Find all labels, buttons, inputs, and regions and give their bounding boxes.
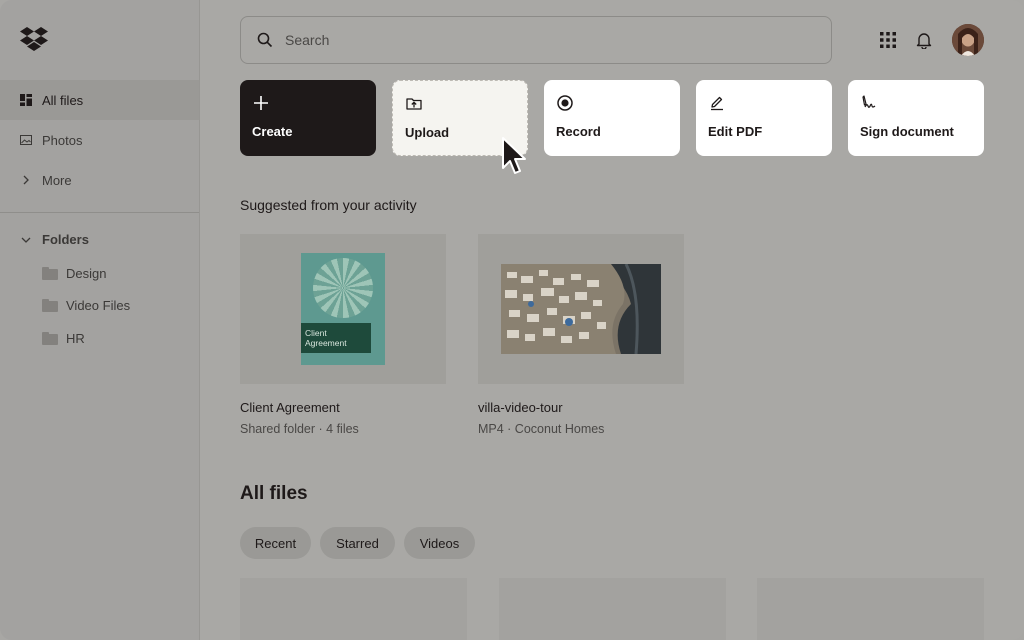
sidebar-item-photos[interactable]: Photos [0,120,199,160]
record-icon [557,95,573,111]
suggested-card-client-agreement[interactable]: Client Agreement [240,234,446,384]
filter-chip-recent[interactable]: Recent [240,527,311,559]
apps-grid-icon[interactable] [878,30,898,50]
record-label: Record [556,124,601,139]
filter-chip-videos[interactable]: Videos [404,527,475,559]
card-title[interactable]: villa-video-tour [478,400,563,415]
document-cover: Client Agreement [301,253,385,365]
file-tile[interactable] [240,578,467,640]
chevron-right-icon [20,174,32,186]
sidebar-item-more[interactable]: More [0,160,199,200]
grid-file-icon [20,94,32,106]
suggested-card-villa-video-tour[interactable] [478,234,684,384]
search-input[interactable]: Search [285,32,329,48]
file-tile[interactable] [757,578,984,640]
folder-label: Video Files [66,298,131,313]
village-photo-icon [501,264,661,354]
app-window: All files Photos More Folders Design Vid… [0,0,1024,640]
file-tile[interactable] [499,578,726,640]
folders-section-toggle[interactable]: Folders [20,232,89,247]
sidebar-item-all-files[interactable]: All files [0,80,199,120]
plus-icon [254,96,268,110]
sidebar-item-label: All files [42,92,84,108]
sidebar: All files Photos More Folders Design Vid… [0,0,200,640]
dropbox-logo-icon[interactable] [20,27,48,51]
all-files-heading: All files [240,483,308,504]
chip-label: Videos [419,535,460,551]
video-thumbnail [501,264,661,354]
chip-label: Recent [254,535,297,551]
sidebar-folder-design[interactable]: Design [42,266,106,281]
create-label: Create [252,124,293,139]
folder-label: Design [66,266,107,281]
sidebar-item-label: More [42,172,72,188]
edit-pdf-button[interactable]: Edit PDF [696,80,832,156]
user-avatar[interactable] [952,24,984,56]
search-bar[interactable]: Search [240,16,832,64]
sidebar-divider [0,212,199,213]
sidebar-item-label: Photos [42,132,83,148]
card-meta: MP4 · Coconut Homes [478,422,605,436]
sign-document-button[interactable]: Sign document [848,80,984,156]
folders-heading: Folders [42,232,89,247]
folder-label: HR [66,331,85,346]
card-meta: Shared folder · 4 files [240,422,359,436]
chevron-down-icon [21,237,31,243]
cover-title: Client Agreement [301,323,371,353]
bell-icon[interactable] [914,30,934,50]
chip-label: Starred [336,535,379,551]
filter-chip-starred[interactable]: Starred [320,527,395,559]
search-icon [257,32,273,48]
signature-icon [862,95,876,108]
upload-label: Upload [405,125,450,140]
avatar-image-icon [952,24,984,56]
folder-upload-icon [406,98,422,110]
edit-pdf-label: Edit PDF [708,124,763,139]
folder-icon [42,332,58,345]
folder-icon [42,299,58,312]
record-button[interactable]: Record [544,80,680,156]
sign-document-label: Sign document [860,124,954,139]
cover-art-icon [313,258,373,318]
sidebar-folder-video-files[interactable]: Video Files [42,298,130,313]
suggested-section-title: Suggested from your activity [240,197,417,213]
card-title[interactable]: Client Agreement [240,400,340,415]
photo-icon [20,134,32,146]
create-button[interactable]: Create [240,80,376,156]
mouse-cursor-icon [502,137,526,174]
pencil-icon [711,96,723,111]
folder-icon [42,267,58,280]
sidebar-folder-hr[interactable]: HR [42,331,85,346]
